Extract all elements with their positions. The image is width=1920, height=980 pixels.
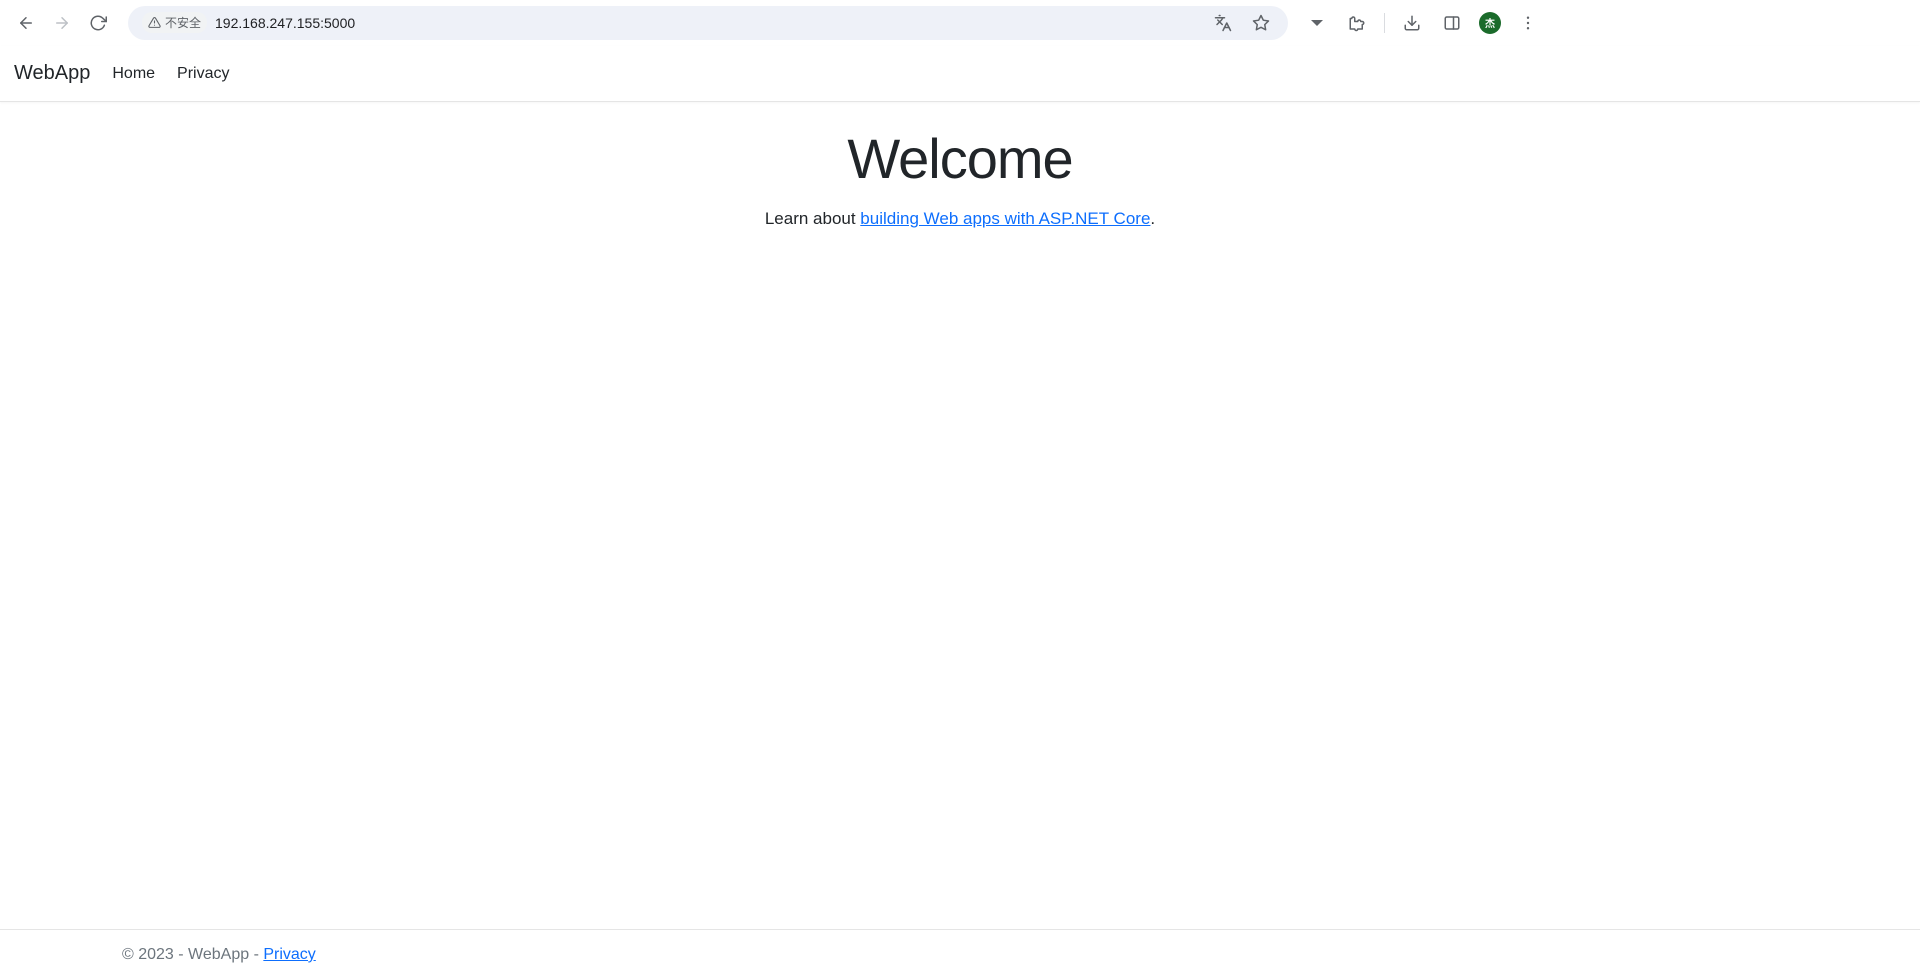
url-text: 192.168.247.155:5000	[215, 15, 355, 31]
download-icon	[1403, 14, 1421, 32]
lead-prefix: Learn about	[765, 209, 860, 228]
site-footer: © 2023 - WebApp - Privacy	[0, 929, 1920, 980]
forward-button[interactable]	[48, 9, 76, 37]
extensions-button[interactable]	[1344, 10, 1370, 36]
profile-avatar[interactable]: 杰	[1479, 12, 1501, 34]
lead-link[interactable]: building Web apps with ASP.NET Core	[860, 209, 1150, 228]
puzzle-icon	[1348, 14, 1366, 32]
menu-button[interactable]	[1515, 10, 1541, 36]
bookmark-button[interactable]	[1248, 10, 1274, 36]
more-vertical-icon	[1519, 14, 1537, 32]
extensions-v-button[interactable]	[1304, 10, 1330, 36]
chevron-down-v-icon	[1308, 14, 1326, 32]
arrow-right-icon	[53, 14, 71, 32]
avatar-initial: 杰	[1485, 15, 1495, 30]
nav-privacy[interactable]: Privacy	[177, 65, 229, 83]
star-icon	[1252, 14, 1270, 32]
translate-icon	[1214, 14, 1232, 32]
reload-button[interactable]	[84, 9, 112, 37]
nav-home[interactable]: Home	[112, 65, 155, 83]
back-button[interactable]	[12, 9, 40, 37]
page-title: Welcome	[0, 126, 1920, 191]
brand-link[interactable]: WebApp	[14, 62, 90, 85]
toolbar-right: 杰	[1304, 10, 1545, 36]
warning-icon	[148, 16, 161, 29]
browser-toolbar: 不安全 192.168.247.155:5000 杰	[0, 0, 1920, 46]
insecure-chip[interactable]: 不安全	[142, 12, 207, 33]
lead-text: Learn about building Web apps with ASP.N…	[0, 209, 1920, 229]
footer-copyright: © 2023 - WebApp -	[122, 946, 263, 963]
insecure-label: 不安全	[165, 14, 201, 31]
panel-icon	[1443, 14, 1461, 32]
site-navbar: WebApp Home Privacy	[0, 46, 1920, 102]
lead-suffix: .	[1150, 209, 1155, 228]
address-bar[interactable]: 不安全 192.168.247.155:5000	[128, 6, 1288, 40]
arrow-left-icon	[17, 14, 35, 32]
translate-button[interactable]	[1210, 10, 1236, 36]
toolbar-divider	[1384, 13, 1385, 33]
main-content: Welcome Learn about building Web apps wi…	[0, 102, 1920, 929]
side-panel-button[interactable]	[1439, 10, 1465, 36]
reload-icon	[89, 14, 107, 32]
footer-privacy-link[interactable]: Privacy	[263, 946, 315, 963]
downloads-button[interactable]	[1399, 10, 1425, 36]
page-area: WebApp Home Privacy Welcome Learn about …	[0, 46, 1920, 980]
